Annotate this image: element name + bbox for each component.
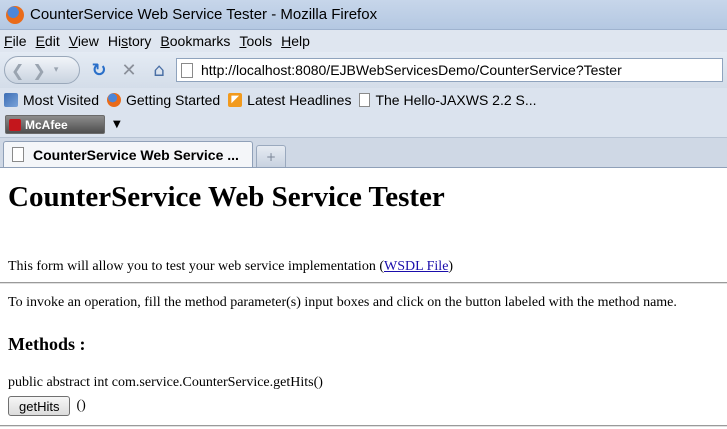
- menu-file-mnemonic: F: [4, 33, 13, 49]
- firefox-icon: [107, 93, 121, 107]
- menu-history-label: tory: [128, 33, 152, 49]
- menu-tools-label: ools: [246, 33, 273, 49]
- mcafee-dropdown-icon[interactable]: ▼: [113, 119, 121, 130]
- bookmark-latest-headlines[interactable]: ◤ Latest Headlines: [228, 92, 351, 108]
- new-tab-button[interactable]: +: [256, 145, 286, 167]
- plus-icon: +: [265, 149, 277, 164]
- window-titlebar: CounterService Web Service Tester - Mozi…: [0, 0, 727, 30]
- menu-help[interactable]: Help: [281, 33, 310, 49]
- page-icon: [181, 62, 193, 78]
- reload-icon[interactable]: ↻: [86, 57, 112, 83]
- page-title: CounterService Web Service Tester: [8, 181, 445, 213]
- method-row: getHits (): [8, 396, 86, 416]
- menu-tools[interactable]: Tools: [239, 33, 272, 49]
- intro-text-body: This form will allow you to test your we…: [8, 259, 384, 274]
- menu-help-label: elp: [291, 33, 310, 49]
- url-text: http://localhost:8080/EJBWebServicesDemo…: [201, 62, 622, 78]
- method-signature: public abstract int com.service.CounterS…: [8, 375, 323, 390]
- instructions-text: To invoke an operation, fill the method …: [8, 295, 677, 310]
- menu-bookmarks-mnemonic: B: [160, 33, 170, 49]
- menu-edit[interactable]: Edit: [36, 33, 60, 49]
- menu-file-label: ile: [12, 33, 27, 49]
- page-icon: [359, 93, 371, 107]
- menu-edit-mnemonic: E: [35, 33, 45, 49]
- back-forward-group: ❮ ❯ ▾: [4, 56, 80, 84]
- methods-heading: Methods :: [8, 334, 86, 354]
- menu-bookmarks[interactable]: Bookmarks: [160, 33, 230, 49]
- tab-counterservice[interactable]: CounterService Web Service ...: [3, 141, 253, 167]
- menu-edit-label: dit: [44, 33, 60, 49]
- wsdl-link[interactable]: WSDL File: [384, 259, 448, 274]
- bookmark-label: The Hello-JAXWS 2.2 S...: [375, 92, 537, 108]
- navigation-toolbar: ❮ ❯ ▾ ↻ ✕ ⌂ http://localhost:8080/EJBWeb…: [0, 52, 727, 88]
- bookmark-getting-started[interactable]: Getting Started: [107, 92, 220, 108]
- mcafee-button[interactable]: McAfee: [5, 115, 105, 134]
- gethits-button[interactable]: getHits: [8, 396, 71, 416]
- firefox-logo-icon: [6, 5, 24, 24]
- bookmarks-toolbar: Most Visited Getting Started ◤ Latest He…: [0, 88, 727, 112]
- most-visited-icon: [4, 93, 18, 107]
- tab-label: CounterService Web Service ...: [33, 146, 239, 163]
- tab-strip: CounterService Web Service ... +: [0, 138, 727, 168]
- menu-history[interactable]: History: [108, 33, 152, 49]
- page-icon: [12, 147, 24, 162]
- menu-help-mnemonic: H: [281, 33, 292, 49]
- method-params: (): [76, 398, 86, 413]
- stop-icon[interactable]: ✕: [116, 57, 142, 83]
- menu-view-mnemonic: V: [68, 33, 78, 49]
- bookmark-most-visited[interactable]: Most Visited: [4, 92, 99, 108]
- menu-history-mnemonic: s: [121, 33, 129, 49]
- menu-view[interactable]: View: [69, 33, 99, 49]
- intro-text-close: ): [448, 259, 454, 274]
- mcafee-toolbar: McAfee ▼: [0, 112, 727, 138]
- menu-bookmarks-label: ookmarks: [169, 33, 231, 49]
- home-icon[interactable]: ⌂: [146, 57, 172, 83]
- bookmark-label: Latest Headlines: [247, 92, 352, 108]
- forward-arrow-icon[interactable]: ❯: [32, 61, 45, 80]
- bookmark-label: Most Visited: [23, 92, 99, 108]
- mcafee-label: McAfee: [25, 117, 68, 132]
- intro-text: This form will allow you to test your we…: [8, 259, 453, 275]
- menu-file[interactable]: File: [4, 33, 27, 49]
- bookmark-hello-jaxws[interactable]: The Hello-JAXWS 2.2 S...: [359, 92, 537, 108]
- bookmark-label: Getting Started: [126, 92, 221, 108]
- window-title: CounterService Web Service Tester - Mozi…: [30, 6, 378, 23]
- divider: [0, 282, 727, 284]
- page-content: CounterService Web Service Tester This f…: [0, 169, 727, 429]
- menu-view-label: iew: [77, 33, 99, 49]
- history-dropdown-icon[interactable]: ▾: [54, 65, 59, 75]
- back-arrow-icon[interactable]: ❮: [11, 61, 24, 80]
- divider: [0, 425, 727, 427]
- rss-icon: ◤: [228, 93, 243, 107]
- menu-history-prefix: Hi: [107, 33, 122, 49]
- mcafee-shield-icon: [9, 118, 21, 131]
- address-bar[interactable]: http://localhost:8080/EJBWebServicesDemo…: [176, 58, 723, 82]
- menu-bar: File Edit View History Bookmarks Tools H…: [0, 30, 727, 52]
